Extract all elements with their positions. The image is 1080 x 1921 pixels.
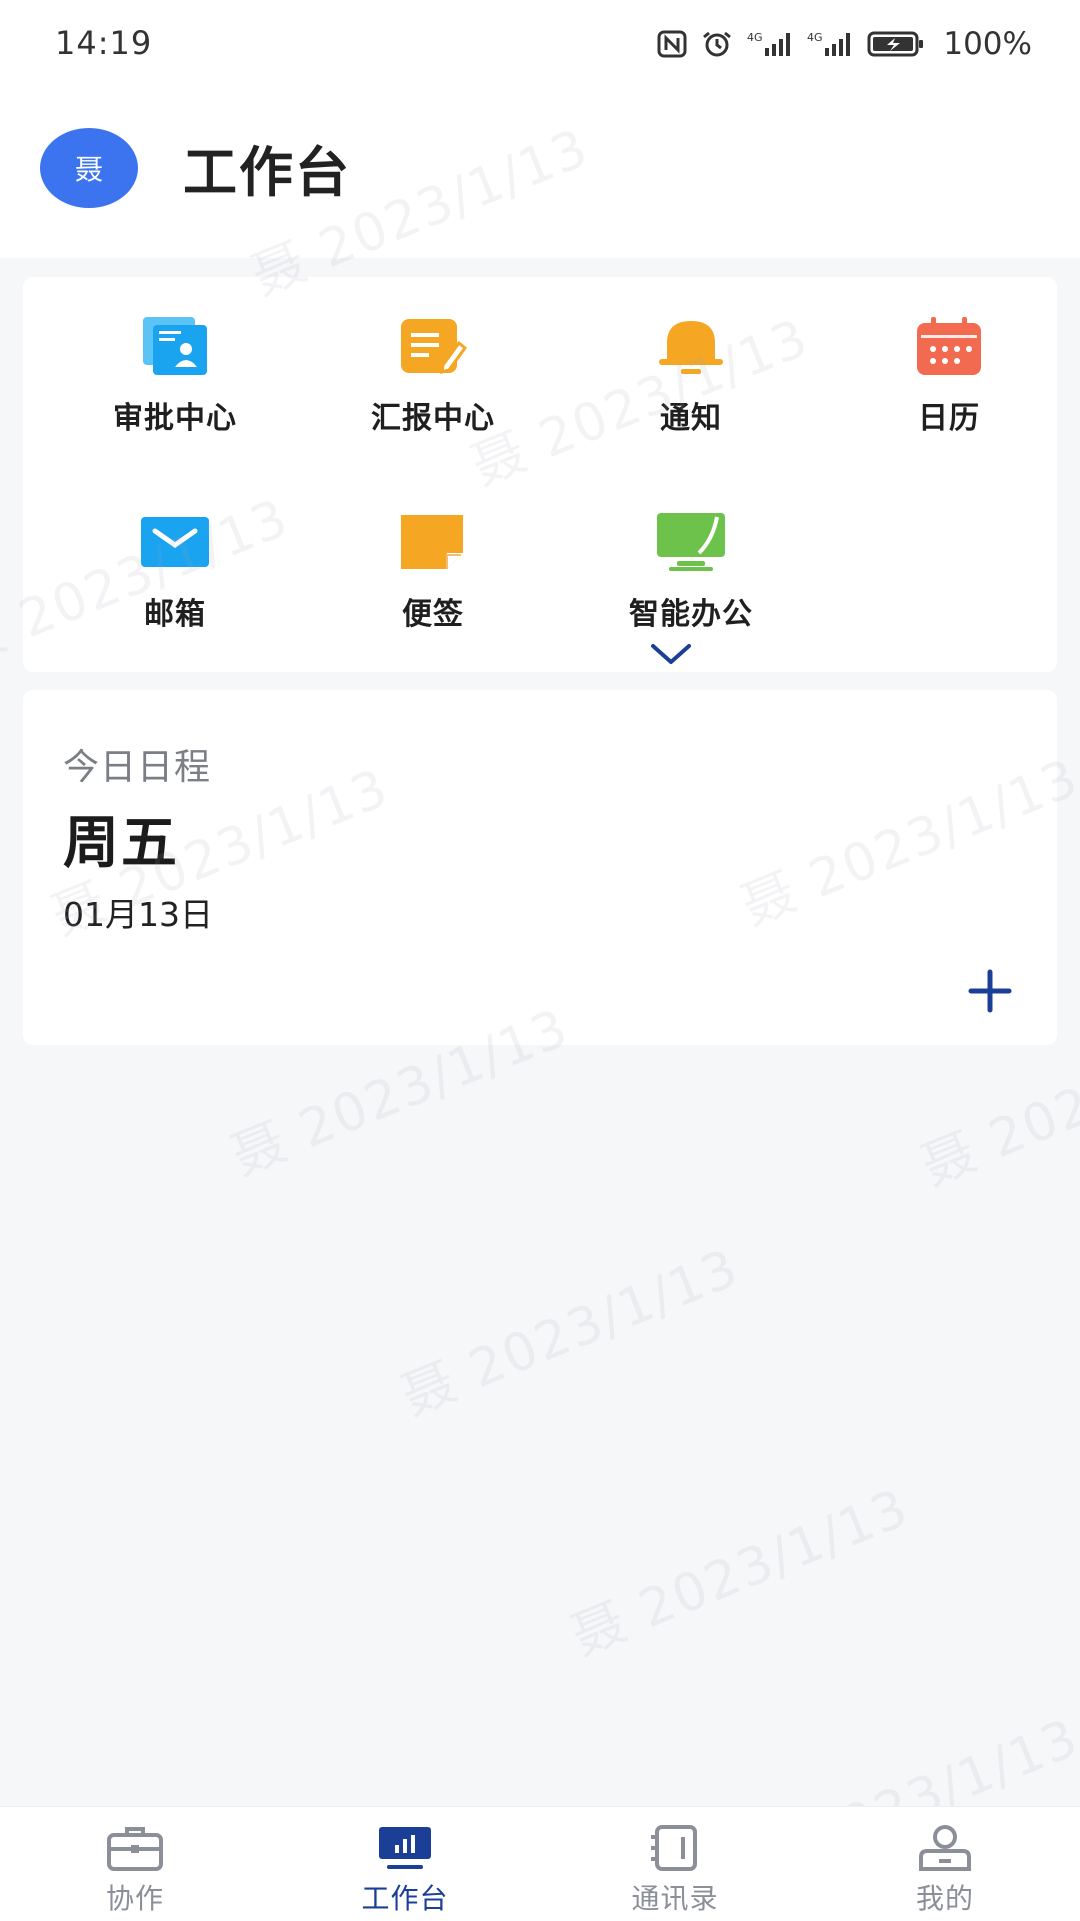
nav-item-contacts[interactable]: 通讯录 <box>540 1807 810 1921</box>
nav-item-workbench[interactable]: 工作台 <box>270 1807 540 1921</box>
avatar[interactable]: 聂 <box>40 128 138 208</box>
app-label: 审批中心 <box>113 401 237 436</box>
nav-item-me[interactable]: 我的 <box>810 1807 1080 1921</box>
bell-icon <box>659 321 723 374</box>
status-bar: 14:19 4G 4G 100% <box>0 0 1080 92</box>
schedule-date: 01月13日 <box>63 895 213 934</box>
briefcase-icon <box>107 1827 163 1871</box>
monitor-icon <box>657 513 725 571</box>
workbench-icon <box>379 1827 431 1869</box>
schedule-card[interactable]: 今日日程 周五 01月13日 <box>23 690 1057 1045</box>
nav-label: 协作 <box>105 1882 164 1915</box>
svg-text:4G: 4G <box>807 31 823 44</box>
report-icon <box>401 319 468 375</box>
app-grid: 审批中心 汇报中心 通知 日历 邮箱 便签 智能办公 <box>23 277 1057 672</box>
app-notification[interactable]: 通知 <box>562 277 820 437</box>
app-smart-office[interactable]: 智能办公 <box>562 473 820 633</box>
watermark: 聂 2023/1/13 <box>563 1477 918 1668</box>
nav-label: 工作台 <box>361 1882 449 1915</box>
nfc-icon <box>657 30 687 58</box>
mail-icon <box>141 517 209 567</box>
app-label: 智能办公 <box>629 597 753 632</box>
watermark: 聂 2023/1/13 <box>393 1237 748 1428</box>
alarm-icon <box>703 31 732 57</box>
status-icons: 4G 4G 100% <box>657 26 1032 62</box>
nav-item-collaboration[interactable]: 协作 <box>0 1807 270 1921</box>
nav-label: 我的 <box>915 1882 974 1915</box>
battery-percent: 100% <box>943 26 1032 62</box>
bottom-nav: 协作 工作台 通讯录 我的 <box>0 1806 1080 1921</box>
app-calendar[interactable]: 日历 <box>820 277 1078 437</box>
app-report-center[interactable]: 汇报中心 <box>304 277 562 437</box>
battery-charging-icon <box>867 31 924 57</box>
calendar-icon <box>917 317 981 375</box>
app-mailbox[interactable]: 邮箱 <box>46 473 304 633</box>
nav-label: 通讯录 <box>631 1882 719 1915</box>
signal-4g-icon: 4G <box>747 31 791 56</box>
status-time: 14:19 <box>55 24 153 62</box>
app-label: 日历 <box>918 401 980 436</box>
svg-text:4G: 4G <box>747 31 763 44</box>
app-approval-center[interactable]: 审批中心 <box>46 277 304 437</box>
profile-icon <box>919 1825 971 1871</box>
app-label: 通知 <box>660 401 722 436</box>
app-label: 便签 <box>402 597 464 632</box>
header: 聂 工作台 <box>0 92 1080 258</box>
schedule-weekday: 周五 <box>63 811 179 876</box>
approval-icon <box>143 317 207 375</box>
add-schedule-button[interactable] <box>967 968 1013 1014</box>
app-label: 邮箱 <box>144 597 206 632</box>
page-title: 工作台 <box>183 141 351 204</box>
app-sticky-note[interactable]: 便签 <box>304 473 562 633</box>
signal-4g-icon: 4G <box>807 31 851 56</box>
app-label: 汇报中心 <box>371 401 495 436</box>
chevron-down-icon[interactable] <box>649 642 693 666</box>
schedule-title: 今日日程 <box>63 747 212 788</box>
contacts-icon <box>651 1825 697 1871</box>
sticky-note-icon <box>401 515 463 569</box>
